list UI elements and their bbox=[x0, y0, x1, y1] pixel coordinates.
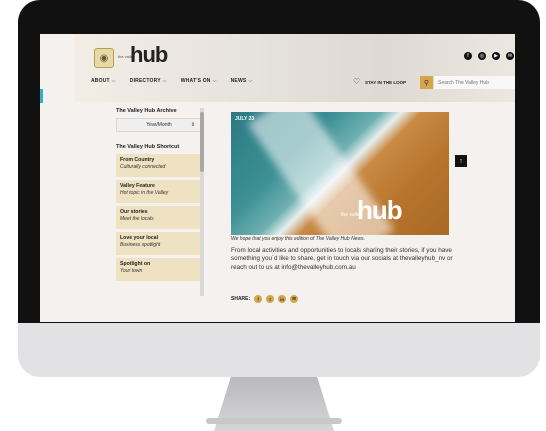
share-facebook-icon[interactable]: f bbox=[254, 295, 263, 303]
social-links: f ◎ ▶ ✉ bbox=[464, 52, 514, 60]
archive-select[interactable]: Year/Month ⇕ bbox=[116, 118, 202, 132]
side-tab[interactable] bbox=[40, 89, 43, 103]
article-body: From local activities and opportunities … bbox=[231, 247, 453, 271]
screen: ◉ the valley hub f ◎ ▶ ✉ ABOUT ⌵ DIRECTOR… bbox=[40, 34, 515, 322]
shortcut-valley-feature[interactable]: Valley Feature Hot topic in the Valley bbox=[116, 180, 202, 203]
site-header: ◉ the valley hub f ◎ ▶ ✉ ABOUT ⌵ DIRECTOR… bbox=[75, 34, 515, 102]
select-arrows-icon: ⇕ bbox=[190, 122, 195, 128]
site-logo[interactable]: hub bbox=[130, 42, 168, 68]
shortcut-title: The Valley Hub Shortcut bbox=[116, 144, 180, 150]
image-caption: We hope that you enjoy this edition of T… bbox=[231, 236, 365, 242]
share-bar: SHARE: f t in ✉ bbox=[231, 295, 299, 303]
nav-about[interactable]: ABOUT ⌵ bbox=[91, 78, 116, 84]
hero-date: JULY 23 bbox=[235, 116, 255, 122]
chevron-down-icon: ⌵ bbox=[162, 78, 167, 84]
share-linkedin-icon[interactable]: in bbox=[278, 295, 287, 303]
shortcut-spotlight-on[interactable]: Spotlight on Your town bbox=[116, 258, 202, 281]
facebook-icon[interactable]: f bbox=[464, 52, 472, 60]
email-icon[interactable]: ✉ bbox=[506, 52, 514, 60]
share-label: SHARE: bbox=[231, 296, 251, 302]
hero-image[interactable]: JULY 23 the valley hub bbox=[231, 112, 449, 235]
instagram-icon[interactable]: ◎ bbox=[478, 52, 486, 60]
sidebar-scrollbar-thumb[interactable] bbox=[200, 112, 204, 172]
stand-base bbox=[206, 418, 342, 424]
back-to-top-icon[interactable]: ↑ bbox=[455, 155, 467, 167]
main-nav: ABOUT ⌵ DIRECTORY ⌵ WHAT'S ON ⌵ NEWS ⌵ bbox=[91, 78, 252, 84]
heart-icon[interactable]: ♡ bbox=[353, 77, 360, 86]
stay-in-loop-link[interactable]: STAY IN THE LOOP bbox=[365, 80, 406, 85]
search-input[interactable] bbox=[434, 76, 515, 89]
youtube-icon[interactable]: ▶ bbox=[492, 52, 500, 60]
nav-whats-on[interactable]: WHAT'S ON ⌵ bbox=[181, 78, 217, 84]
share-twitter-icon[interactable]: t bbox=[266, 295, 275, 303]
logo-badge-icon[interactable]: ◉ bbox=[94, 48, 114, 68]
chevron-down-icon: ⌵ bbox=[111, 78, 116, 84]
shortcut-our-stories[interactable]: Our stories Meet the locals bbox=[116, 206, 202, 229]
hero-brand: hub bbox=[357, 195, 403, 225]
share-email-icon[interactable]: ✉ bbox=[290, 295, 299, 303]
archive-title: The Valley Hub Archive bbox=[116, 108, 177, 114]
search-icon[interactable]: ⚲ bbox=[420, 76, 433, 89]
monitor-chin bbox=[18, 323, 540, 377]
nav-news[interactable]: NEWS ⌵ bbox=[231, 78, 253, 84]
chevron-down-icon: ⌵ bbox=[248, 78, 253, 84]
shortcut-love-your-local[interactable]: Love your local Business spotlight bbox=[116, 232, 202, 255]
nav-directory[interactable]: DIRECTORY ⌵ bbox=[130, 78, 167, 84]
chevron-down-icon: ⌵ bbox=[212, 78, 217, 84]
sidebar: The Valley Hub Archive Year/Month ⇕ The … bbox=[116, 108, 204, 284]
shortcut-from-country[interactable]: From Country Culturally connected bbox=[116, 154, 202, 177]
